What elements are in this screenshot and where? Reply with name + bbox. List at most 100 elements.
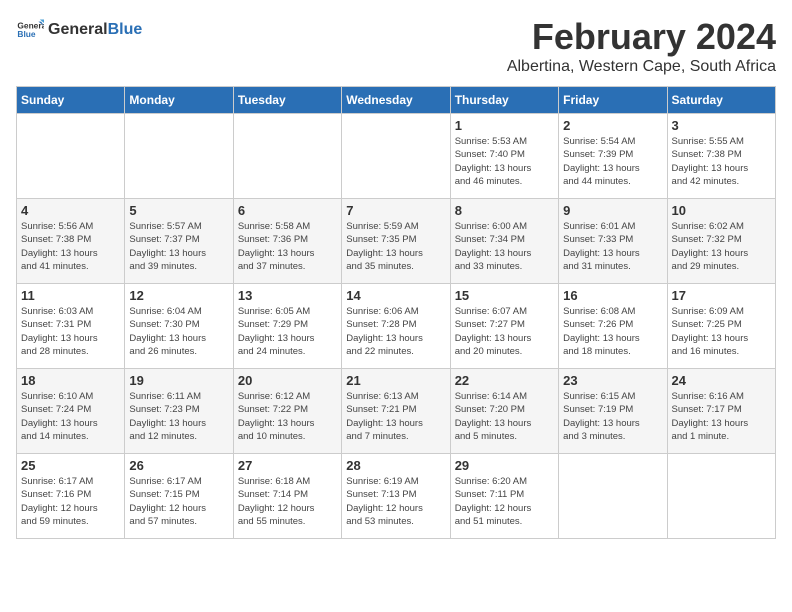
header-monday: Monday bbox=[125, 87, 233, 114]
calendar-cell: 6Sunrise: 5:58 AMSunset: 7:36 PMDaylight… bbox=[233, 199, 341, 284]
calendar-cell: 24 Sunrise: 6:16 AMSunset: 7:17 PMDayligh… bbox=[667, 369, 775, 454]
day-number: 23 bbox=[563, 373, 662, 388]
day-info: Sunrise: 6:19 AMSunset: 7:13 PMDaylight:… bbox=[346, 475, 445, 528]
day-number: 4 bbox=[21, 203, 120, 218]
day-info: Sunrise: 5:55 AMSunset: 7:38 PMDaylight:… bbox=[672, 135, 771, 188]
calendar-cell: 16 Sunrise: 6:08 AMSunset: 7:26 PMDayligh… bbox=[559, 284, 667, 369]
day-info: Sunrise: 6:08 AMSunset: 7:26 PMDaylight:… bbox=[563, 305, 662, 358]
header-thursday: Thursday bbox=[450, 87, 558, 114]
calendar-cell: 12 Sunrise: 6:04 AMSunset: 7:30 PMDayligh… bbox=[125, 284, 233, 369]
day-info: Sunrise: 6:00 AMSunset: 7:34 PMDaylight:… bbox=[455, 220, 554, 273]
day-info: Sunrise: 6:10 AMSunset: 7:24 PMDaylight:… bbox=[21, 390, 120, 443]
logo: General Blue GeneralBlue bbox=[16, 16, 142, 44]
calendar-cell: 22 Sunrise: 6:14 AMSunset: 7:20 PMDayligh… bbox=[450, 369, 558, 454]
day-info: Sunrise: 5:57 AMSunset: 7:37 PMDaylight:… bbox=[129, 220, 228, 273]
day-number: 12 bbox=[129, 288, 228, 303]
calendar-cell: 2Sunrise: 5:54 AMSunset: 7:39 PMDaylight… bbox=[559, 114, 667, 199]
calendar-cell: 20 Sunrise: 6:12 AMSunset: 7:22 PMDayligh… bbox=[233, 369, 341, 454]
calendar-cell: 27 Sunrise: 6:18 AMSunset: 7:14 PMDayligh… bbox=[233, 454, 341, 539]
day-info: Sunrise: 5:59 AMSunset: 7:35 PMDaylight:… bbox=[346, 220, 445, 273]
day-number: 6 bbox=[238, 203, 337, 218]
day-info: Sunrise: 5:56 AMSunset: 7:38 PMDaylight:… bbox=[21, 220, 120, 273]
day-number: 21 bbox=[346, 373, 445, 388]
calendar-body: 1Sunrise: 5:53 AMSunset: 7:40 PMDaylight… bbox=[17, 114, 776, 539]
day-number: 22 bbox=[455, 373, 554, 388]
calendar-cell: 5 Sunrise: 5:57 AMSunset: 7:37 PMDaylight… bbox=[125, 199, 233, 284]
day-number: 9 bbox=[563, 203, 662, 218]
header-saturday: Saturday bbox=[667, 87, 775, 114]
day-info: Sunrise: 6:14 AMSunset: 7:20 PMDaylight:… bbox=[455, 390, 554, 443]
calendar-cell: 19 Sunrise: 6:11 AMSunset: 7:23 PMDayligh… bbox=[125, 369, 233, 454]
calendar-cell: 15Sunrise: 6:07 AMSunset: 7:27 PMDayligh… bbox=[450, 284, 558, 369]
day-info: Sunrise: 6:09 AMSunset: 7:25 PMDaylight:… bbox=[672, 305, 771, 358]
day-number: 14 bbox=[346, 288, 445, 303]
day-info: Sunrise: 5:54 AMSunset: 7:39 PMDaylight:… bbox=[563, 135, 662, 188]
day-info: Sunrise: 6:13 AMSunset: 7:21 PMDaylight:… bbox=[346, 390, 445, 443]
calendar-week-5: 25 Sunrise: 6:17 AMSunset: 7:16 PMDayligh… bbox=[17, 454, 776, 539]
logo-blue-text: Blue bbox=[108, 21, 143, 38]
calendar-cell: 9 Sunrise: 6:01 AMSunset: 7:33 PMDaylight… bbox=[559, 199, 667, 284]
day-number: 1 bbox=[455, 118, 554, 133]
calendar-cell: 7 Sunrise: 5:59 AMSunset: 7:35 PMDaylight… bbox=[342, 199, 450, 284]
calendar-cell: 4 Sunrise: 5:56 AMSunset: 7:38 PMDaylight… bbox=[17, 199, 125, 284]
calendar-cell: 10 Sunrise: 6:02 AMSunset: 7:32 PMDayligh… bbox=[667, 199, 775, 284]
day-number: 29 bbox=[455, 458, 554, 473]
calendar-cell: 26 Sunrise: 6:17 AMSunset: 7:15 PMDayligh… bbox=[125, 454, 233, 539]
day-number: 19 bbox=[129, 373, 228, 388]
calendar-cell: 14Sunrise: 6:06 AMSunset: 7:28 PMDayligh… bbox=[342, 284, 450, 369]
calendar-table: Sunday Monday Tuesday Wednesday Thursday… bbox=[16, 86, 776, 539]
title-area: February 2024 Albertina, Western Cape, S… bbox=[507, 16, 776, 76]
day-number: 7 bbox=[346, 203, 445, 218]
title-location: Albertina, Western Cape, South Africa bbox=[507, 58, 776, 76]
day-info: Sunrise: 6:17 AMSunset: 7:16 PMDaylight:… bbox=[21, 475, 120, 528]
calendar-cell: 23 Sunrise: 6:15 AMSunset: 7:19 PMDayligh… bbox=[559, 369, 667, 454]
day-info: Sunrise: 6:04 AMSunset: 7:30 PMDaylight:… bbox=[129, 305, 228, 358]
calendar-cell bbox=[559, 454, 667, 539]
title-month: February 2024 bbox=[507, 16, 776, 58]
calendar-cell bbox=[17, 114, 125, 199]
day-number: 24 bbox=[672, 373, 771, 388]
day-number: 13 bbox=[238, 288, 337, 303]
day-number: 8 bbox=[455, 203, 554, 218]
day-info: Sunrise: 6:15 AMSunset: 7:19 PMDaylight:… bbox=[563, 390, 662, 443]
day-info: Sunrise: 6:18 AMSunset: 7:14 PMDaylight:… bbox=[238, 475, 337, 528]
header-friday: Friday bbox=[559, 87, 667, 114]
calendar-cell: 29Sunrise: 6:20 AMSunset: 7:11 PMDayligh… bbox=[450, 454, 558, 539]
day-number: 20 bbox=[238, 373, 337, 388]
calendar-cell: 11Sunrise: 6:03 AMSunset: 7:31 PMDayligh… bbox=[17, 284, 125, 369]
day-info: Sunrise: 6:01 AMSunset: 7:33 PMDaylight:… bbox=[563, 220, 662, 273]
calendar-week-1: 1Sunrise: 5:53 AMSunset: 7:40 PMDaylight… bbox=[17, 114, 776, 199]
day-number: 27 bbox=[238, 458, 337, 473]
day-number: 18 bbox=[21, 373, 120, 388]
day-info: Sunrise: 6:12 AMSunset: 7:22 PMDaylight:… bbox=[238, 390, 337, 443]
day-info: Sunrise: 6:05 AMSunset: 7:29 PMDaylight:… bbox=[238, 305, 337, 358]
calendar-cell bbox=[667, 454, 775, 539]
day-number: 10 bbox=[672, 203, 771, 218]
day-number: 28 bbox=[346, 458, 445, 473]
calendar-week-2: 4 Sunrise: 5:56 AMSunset: 7:38 PMDaylight… bbox=[17, 199, 776, 284]
day-info: Sunrise: 6:02 AMSunset: 7:32 PMDaylight:… bbox=[672, 220, 771, 273]
day-number: 25 bbox=[21, 458, 120, 473]
day-number: 16 bbox=[563, 288, 662, 303]
day-info: Sunrise: 6:16 AMSunset: 7:17 PMDaylight:… bbox=[672, 390, 771, 443]
header-wednesday: Wednesday bbox=[342, 87, 450, 114]
day-info: Sunrise: 6:03 AMSunset: 7:31 PMDaylight:… bbox=[21, 305, 120, 358]
day-info: Sunrise: 6:11 AMSunset: 7:23 PMDaylight:… bbox=[129, 390, 228, 443]
header-row: Sunday Monday Tuesday Wednesday Thursday… bbox=[17, 87, 776, 114]
header-tuesday: Tuesday bbox=[233, 87, 341, 114]
calendar-cell: 28 Sunrise: 6:19 AMSunset: 7:13 PMDayligh… bbox=[342, 454, 450, 539]
calendar-cell: 17 Sunrise: 6:09 AMSunset: 7:25 PMDayligh… bbox=[667, 284, 775, 369]
header: General Blue GeneralBlue February 2024 A… bbox=[16, 16, 776, 76]
calendar-cell: 25 Sunrise: 6:17 AMSunset: 7:16 PMDayligh… bbox=[17, 454, 125, 539]
day-info: Sunrise: 6:07 AMSunset: 7:27 PMDaylight:… bbox=[455, 305, 554, 358]
logo-general-text: GeneralBlue bbox=[48, 21, 142, 39]
day-number: 26 bbox=[129, 458, 228, 473]
calendar-cell: 21 Sunrise: 6:13 AMSunset: 7:21 PMDayligh… bbox=[342, 369, 450, 454]
day-info: Sunrise: 6:17 AMSunset: 7:15 PMDaylight:… bbox=[129, 475, 228, 528]
calendar-header: Sunday Monday Tuesday Wednesday Thursday… bbox=[17, 87, 776, 114]
day-number: 17 bbox=[672, 288, 771, 303]
day-number: 5 bbox=[129, 203, 228, 218]
calendar-week-3: 11Sunrise: 6:03 AMSunset: 7:31 PMDayligh… bbox=[17, 284, 776, 369]
calendar-week-4: 18 Sunrise: 6:10 AMSunset: 7:24 PMDayligh… bbox=[17, 369, 776, 454]
day-number: 3 bbox=[672, 118, 771, 133]
